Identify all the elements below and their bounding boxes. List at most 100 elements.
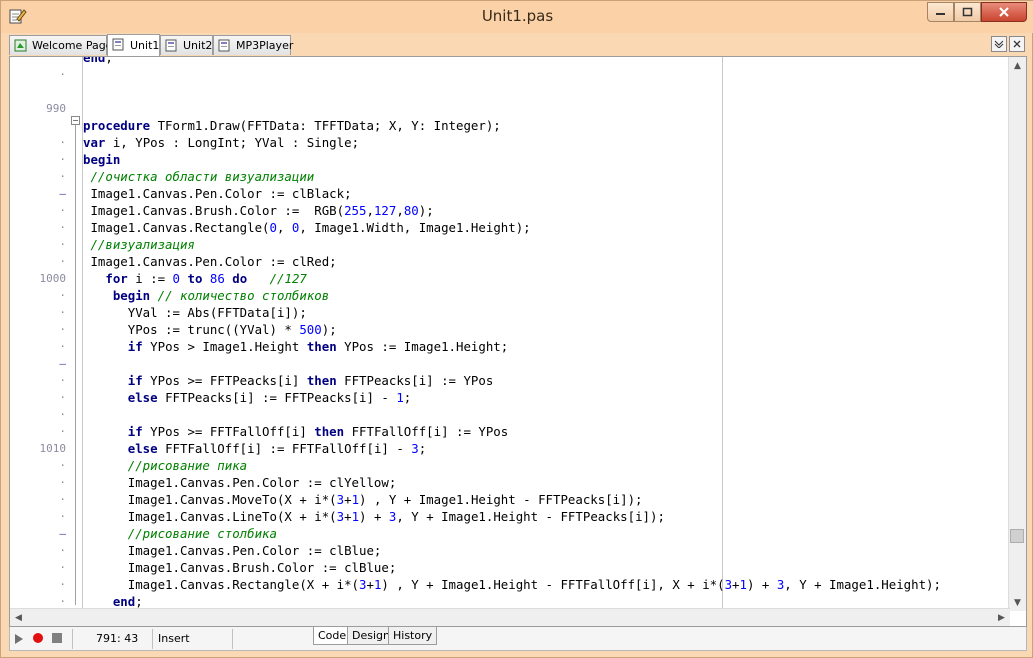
line-number-gutter[interactable]: ·990···–····1000····–····1010····–····10… <box>10 57 70 625</box>
code-line[interactable]: begin // количество столбиков <box>82 287 329 304</box>
code-line[interactable]: Image1.Canvas.Pen.Color := clYellow; <box>82 474 397 491</box>
scroll-up-arrow-icon[interactable]: ▲ <box>1009 57 1026 74</box>
code-token: ) , Y + Image1.Height - FFTFallOff[i], X… <box>381 577 725 592</box>
tab-label: Welcome Page <box>32 39 113 52</box>
code-line[interactable]: for i := 0 to 86 do //127 <box>82 270 307 287</box>
code-line[interactable]: begin <box>82 151 120 168</box>
tab-list-button[interactable] <box>991 36 1007 52</box>
code-token: , <box>396 203 404 218</box>
code-token: procedure <box>83 118 151 133</box>
code-line[interactable] <box>82 355 83 372</box>
tab-welcome-page[interactable]: Welcome Page <box>9 35 112 55</box>
tab-unit1[interactable]: Unit1 <box>107 34 160 56</box>
code-line[interactable] <box>82 66 83 83</box>
code-line[interactable]: //рисование пика <box>82 457 247 474</box>
line-number: · <box>59 221 66 234</box>
code-line[interactable] <box>82 100 83 117</box>
code-token: end <box>112 594 136 609</box>
tab-unit2[interactable]: Unit2 <box>160 35 213 55</box>
tab-mp3player[interactable]: MP3Player <box>213 35 294 55</box>
code-line[interactable]: //визуализация <box>82 236 194 253</box>
code-editor[interactable]: ·990···–····1000····–····1010····–····10… <box>9 56 1027 627</box>
title-bar[interactable]: Unit1.pas <box>1 1 1033 33</box>
status-divider <box>152 629 153 649</box>
code-line[interactable]: YPos := trunc((YVal) * 500); <box>82 321 337 338</box>
unit-file-icon <box>165 39 177 52</box>
code-token: end <box>83 56 106 65</box>
code-token: 1 <box>396 390 404 405</box>
fold-toggle-icon[interactable]: − <box>71 116 80 125</box>
code-token: 1 <box>351 492 360 507</box>
code-text-area[interactable]: end; procedure TForm1.Draw(FFTData: TFFTD… <box>82 56 1008 626</box>
code-token: 3 <box>336 509 345 524</box>
code-line[interactable]: if YPos >= FFTPeacks[i] then FFTPeacks[i… <box>82 372 494 389</box>
code-token: YPos >= FFTPeacks[i] <box>142 373 307 388</box>
line-number: · <box>59 255 66 268</box>
code-token: , Image1.Width, Image1.Height); <box>299 220 531 235</box>
code-token: for <box>105 271 128 286</box>
code-token: Image1.Canvas.Rectangle( <box>83 220 270 235</box>
code-token: begin <box>112 288 151 303</box>
code-line[interactable]: //очистка области визуализации <box>82 168 314 185</box>
maximize-button[interactable] <box>954 2 981 22</box>
code-line[interactable]: var i, YPos : LongInt; YVal : Single; <box>82 134 359 151</box>
code-token: 500 <box>299 322 322 337</box>
vertical-scroll-thumb[interactable] <box>1010 529 1024 543</box>
code-line[interactable]: Image1.Canvas.LineTo(X + i*(3+1) + 3, Y … <box>82 508 665 525</box>
edit-mode: Insert <box>158 632 190 645</box>
tab-label: MP3Player <box>236 39 294 52</box>
tab-history[interactable]: History <box>388 627 438 645</box>
line-number <box>10 117 70 134</box>
code-token: //127 <box>269 271 307 286</box>
code-line[interactable]: Image1.Canvas.Brush.Color := RGB(255,127… <box>82 202 433 219</box>
code-line[interactable]: Image1.Canvas.Rectangle(0, 0, Image1.Wid… <box>82 219 531 236</box>
code-token: 1 <box>351 509 360 524</box>
line-number: · <box>59 510 66 523</box>
code-token: i := <box>127 271 173 286</box>
code-line[interactable]: Image1.Canvas.MoveTo(X + i*(3+1) , Y + I… <box>82 491 643 508</box>
line-number: – <box>59 527 66 540</box>
play-macro-icon[interactable] <box>14 633 24 645</box>
code-line[interactable]: procedure TForm1.Draw(FFTData: TFFTData;… <box>82 117 501 134</box>
code-token: , <box>366 203 374 218</box>
status-divider <box>232 629 233 649</box>
code-token: Image1.Canvas.LineTo(X + i*( <box>83 509 337 524</box>
code-token: FFTPeacks[i] := FFTPeacks[i] - <box>157 390 397 405</box>
vertical-scrollbar[interactable]: ▲ ▼ <box>1008 57 1026 611</box>
code-line[interactable]: if YPos > Image1.Height then YPos := Ima… <box>82 338 508 355</box>
code-token: , <box>276 220 292 235</box>
record-macro-icon[interactable] <box>32 632 44 644</box>
code-line[interactable]: Image1.Canvas.Pen.Color := clBlack; <box>82 185 351 202</box>
close-button[interactable] <box>981 2 1027 22</box>
code-token: Image1.Canvas.Pen.Color := clYellow; <box>83 475 397 490</box>
code-token: 0 <box>269 220 277 235</box>
code-line[interactable]: Image1.Canvas.Brush.Color := clBlue; <box>82 559 397 576</box>
code-line[interactable]: else FFTFallOff[i] := FFTFallOff[i] - 3; <box>82 440 426 457</box>
code-token: then <box>314 424 345 439</box>
code-line[interactable]: else FFTPeacks[i] := FFTPeacks[i] - 1; <box>82 389 412 406</box>
code-token: Image1.Canvas.MoveTo(X + i*( <box>83 492 337 507</box>
code-line[interactable]: end; <box>82 56 113 66</box>
minimize-button[interactable] <box>927 2 954 22</box>
stop-macro-icon[interactable] <box>51 632 63 644</box>
code-line[interactable] <box>82 406 83 423</box>
code-line[interactable]: Image1.Canvas.Pen.Color := clRed; <box>82 253 336 270</box>
code-line[interactable]: Image1.Canvas.Pen.Color := clBlue; <box>82 542 382 559</box>
line-number: · <box>59 493 66 506</box>
code-line[interactable]: Image1.Canvas.Rectangle(X + i*(3+1) , Y … <box>82 576 941 593</box>
code-token: ; <box>135 594 143 609</box>
scroll-down-arrow-icon[interactable]: ▼ <box>1009 594 1026 611</box>
code-token: ) + <box>746 577 777 592</box>
horizontal-scrollbar[interactable]: ◀ ▶ <box>10 608 1010 626</box>
scroll-left-arrow-icon[interactable]: ◀ <box>10 609 27 626</box>
close-tab-button[interactable] <box>1009 36 1025 52</box>
line-number: · <box>59 459 66 472</box>
scroll-right-arrow-icon[interactable]: ▶ <box>993 609 1010 626</box>
code-line[interactable]: //рисование столбика <box>82 525 277 542</box>
tab-code[interactable]: Code <box>313 627 352 645</box>
code-line[interactable] <box>82 83 83 100</box>
code-line[interactable]: YVal := Abs(FFTData[i]); <box>82 304 307 321</box>
code-line[interactable]: if YPos >= FFTFallOff[i] then FFTFallOff… <box>82 423 508 440</box>
